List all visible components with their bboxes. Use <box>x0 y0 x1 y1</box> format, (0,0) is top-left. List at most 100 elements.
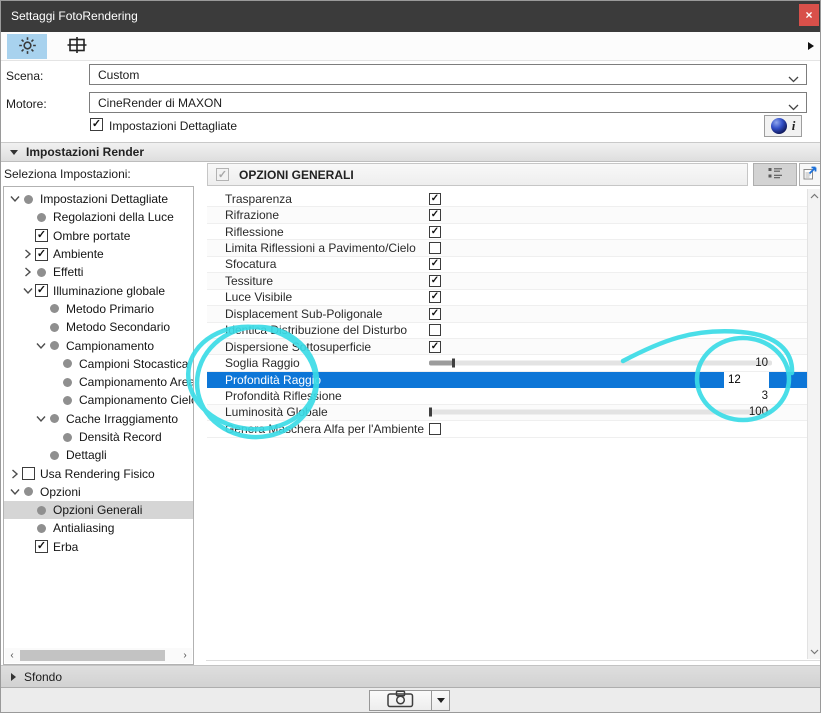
tree-item-campionamento[interactable]: Campionamento <box>4 336 193 354</box>
option-row-identica-distribuzione-del-disturbo[interactable]: Identica Distribuzione del Disturbo <box>207 323 807 339</box>
collapse-icon[interactable] <box>21 284 34 297</box>
option-row-sfocatura[interactable]: Sfocatura✓ <box>207 257 807 273</box>
option-row-tessiture[interactable]: Tessiture✓ <box>207 273 807 289</box>
tree-item-metodo-primario[interactable]: Metodo Primario <box>4 300 193 318</box>
option-label: Riflessione <box>225 225 284 239</box>
split-panes-icon <box>67 37 87 56</box>
option-checkbox[interactable]: ✓ <box>429 341 441 353</box>
tree-item-label: Impostazioni Dettagliate <box>40 192 168 206</box>
tree-item-campionamento-cielo-discreto[interactable]: Campionamento Cielo Discreto <box>4 391 193 409</box>
option-checkbox[interactable]: ✓ <box>429 275 441 287</box>
open-in-window-button[interactable] <box>799 163 821 186</box>
tree-item-impostazioni-dettagliate[interactable]: Impostazioni Dettagliate <box>4 190 193 208</box>
tree-item-label: Ombre portate <box>53 229 130 243</box>
tree-checkbox[interactable]: ✓ <box>35 248 48 261</box>
slider-fill <box>429 361 453 366</box>
option-row-rifrazione[interactable]: Rifrazione✓ <box>207 207 807 223</box>
scroll-left-icon[interactable]: ‹ <box>5 648 19 663</box>
tree-item-label: Campionamento Cielo Discreto <box>79 393 193 407</box>
close-button[interactable]: × <box>799 4 819 26</box>
option-value-edit-field[interactable]: 12 <box>724 372 769 388</box>
option-slider[interactable] <box>429 361 772 366</box>
bullet-icon <box>24 195 33 204</box>
option-checkbox[interactable]: ✓ <box>429 226 441 238</box>
expander-spacer <box>34 321 47 334</box>
tree-item-illuminazione-globale[interactable]: ✓Illuminazione globale <box>4 281 193 299</box>
tree-item-label: Densità Record <box>79 430 162 444</box>
tree-checkbox[interactable] <box>22 467 35 480</box>
collapse-icon[interactable] <box>34 412 47 425</box>
expander-spacer <box>21 211 34 224</box>
option-checkbox[interactable] <box>429 242 441 254</box>
tree-item-opzioni-generali[interactable]: Opzioni Generali <box>4 501 193 519</box>
layout-view-tab-button[interactable] <box>57 34 97 59</box>
collapse-icon[interactable] <box>8 193 21 206</box>
option-checkbox[interactable]: ✓ <box>429 209 441 221</box>
tree-item-antialiasing[interactable]: Antialiasing <box>4 519 193 537</box>
gear-icon <box>18 36 37 58</box>
option-row-luce-visibile[interactable]: Luce Visibile✓ <box>207 290 807 306</box>
option-checkbox[interactable]: ✓ <box>429 291 441 303</box>
tree-item-campioni-stocastica[interactable]: Campioni Stocastica <box>4 355 193 373</box>
tree-item-regolazioni-della-luce[interactable]: Regolazioni della Luce <box>4 208 193 226</box>
slider-handle[interactable] <box>429 408 432 417</box>
engine-info-button[interactable]: i <box>764 115 802 137</box>
sfondo-section-header[interactable]: Sfondo <box>1 665 820 688</box>
option-checkbox[interactable]: ✓ <box>429 193 441 205</box>
option-slider[interactable] <box>429 410 772 415</box>
option-row-displacement-sub-poligonale[interactable]: Displacement Sub-Poligonale✓ <box>207 306 807 322</box>
option-row-profondit-raggio[interactable]: Profondità Raggio12 <box>207 372 807 388</box>
tree-item-effetti[interactable]: Effetti <box>4 263 193 281</box>
toolbar-overflow-button[interactable] <box>804 36 818 56</box>
option-checkbox[interactable] <box>429 423 441 435</box>
collapse-icon[interactable] <box>34 339 47 352</box>
render-settings-tab-button[interactable] <box>7 34 47 59</box>
tree-item-opzioni[interactable]: Opzioni <box>4 483 193 501</box>
tree-horizontal-scrollbar[interactable]: ‹ › <box>5 648 192 663</box>
render-settings-section-header[interactable]: Impostazioni Render <box>1 142 820 162</box>
list-view-button[interactable] <box>753 163 797 186</box>
camera-options-dropdown-button[interactable] <box>431 690 450 711</box>
tree-checkbox[interactable]: ✓ <box>35 229 48 242</box>
expand-icon[interactable] <box>8 467 21 480</box>
tree-item-campionamento-area-discreta[interactable]: Campionamento Area Discreta <box>4 373 193 391</box>
scroll-up-icon[interactable] <box>808 189 821 203</box>
motore-dropdown[interactable]: CineRender di MAXON <box>89 92 807 113</box>
option-row-soglia-raggio[interactable]: Soglia Raggio10 <box>207 355 807 371</box>
scena-dropdown[interactable]: Custom <box>89 64 807 85</box>
option-row-riflessione[interactable]: Riflessione ✓ <box>207 224 807 240</box>
option-row-profondit-riflessione[interactable]: Profondità Riflessione3 <box>207 388 807 404</box>
option-checkbox[interactable] <box>429 324 441 336</box>
section-expand-icon <box>11 673 16 681</box>
option-row-genera-maschera-alfa-per-l-ambiente[interactable]: Genera Maschera Alfa per l'Ambiente <box>207 421 807 437</box>
collapse-icon[interactable] <box>8 485 21 498</box>
expand-icon[interactable] <box>21 266 34 279</box>
expand-icon[interactable] <box>21 248 34 261</box>
tree-item-ambiente[interactable]: ✓Ambiente <box>4 245 193 263</box>
scrollbar-thumb[interactable] <box>20 650 165 661</box>
scroll-right-icon[interactable]: › <box>178 648 192 663</box>
tree-item-densit-record[interactable]: Densità Record <box>4 428 193 446</box>
tree-item-metodo-secondario[interactable]: Metodo Secondario <box>4 318 193 336</box>
photorendering-settings-dialog: Settaggi FotoRendering × Scena: Custom M… <box>0 0 821 713</box>
option-row-luminosit-globale[interactable]: Luminosità Globale100 <box>207 405 807 421</box>
render-camera-button[interactable] <box>369 690 432 711</box>
tree-item-usa-rendering-fisico[interactable]: Usa Rendering Fisico <box>4 464 193 482</box>
option-checkbox[interactable]: ✓ <box>429 308 441 320</box>
tree-checkbox[interactable]: ✓ <box>35 284 48 297</box>
tree-item-cache-irraggiamento[interactable]: Cache Irraggiamento <box>4 410 193 428</box>
option-row-limita-riflessioni-a-pavimento-cielo[interactable]: Limita Riflessioni a Pavimento/Cielo <box>207 240 807 256</box>
tree-item-ombre-portate[interactable]: ✓ Ombre portate <box>4 227 193 245</box>
slider-handle[interactable] <box>452 359 455 368</box>
detailed-settings-checkbox[interactable]: ✓ <box>90 118 103 131</box>
title-bar[interactable]: Settaggi FotoRendering × <box>1 1 820 32</box>
option-row-trasparenza[interactable]: Trasparenza✓ <box>207 191 807 207</box>
scroll-down-icon[interactable] <box>808 645 821 659</box>
bullet-icon <box>50 341 59 350</box>
tree-checkbox[interactable]: ✓ <box>35 540 48 553</box>
option-checkbox[interactable]: ✓ <box>429 258 441 270</box>
tree-item-erba[interactable]: ✓Erba <box>4 538 193 556</box>
option-row-dispersione-sottosuperficie[interactable]: Dispersione Sottosuperficie✓ <box>207 339 807 355</box>
options-vertical-scrollbar[interactable] <box>807 189 821 659</box>
tree-item-dettagli[interactable]: Dettagli <box>4 446 193 464</box>
